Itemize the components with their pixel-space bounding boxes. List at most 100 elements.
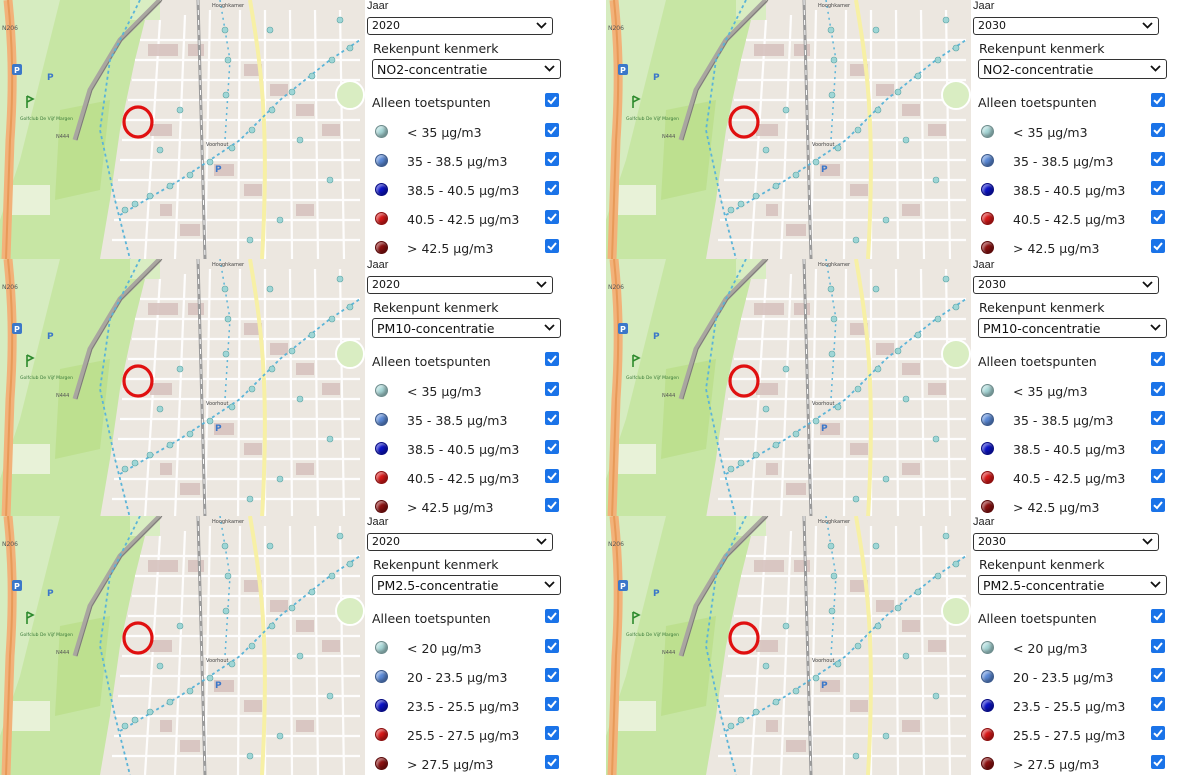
toetspunten-checkbox[interactable] — [545, 352, 559, 366]
year-select[interactable]: 2030 — [973, 276, 1159, 294]
legend-item-checkbox[interactable] — [1151, 123, 1165, 137]
year-select[interactable]: 2020 — [367, 17, 553, 35]
legend-swatch-icon — [981, 241, 994, 254]
toetspunten-row: Alleen toetspunten — [372, 92, 562, 114]
legend-item: > 27.5 µg/m3 — [372, 754, 562, 775]
parking-icon[interactable]: P — [653, 73, 660, 83]
legend-item-label: < 35 µg/m3 — [1013, 384, 1088, 399]
legend-item-checkbox[interactable] — [1151, 668, 1165, 682]
parking-icon[interactable]: P — [653, 589, 660, 599]
legend-item: 40.5 - 42.5 µg/m3 — [372, 468, 562, 490]
kenmerk-select[interactable]: PM10-concentratie — [978, 318, 1167, 338]
parking-icon[interactable]: P — [12, 323, 22, 334]
legend-item-checkbox[interactable] — [545, 755, 559, 769]
legend-item-checkbox[interactable] — [1151, 239, 1165, 253]
parking-icon[interactable]: P — [47, 73, 54, 83]
parking-icon[interactable]: P — [215, 424, 222, 434]
legend-item-label: 23.5 - 25.5 µg/m3 — [1013, 699, 1126, 714]
road-label-n444: N444 — [662, 650, 675, 656]
kenmerk-select-value: NO2-concentratie — [377, 62, 488, 77]
legend-item: 35 - 38.5 µg/m3 — [372, 410, 562, 432]
toetspunten-row: Alleen toetspunten — [372, 351, 562, 373]
legend-item-checkbox[interactable] — [1151, 210, 1165, 224]
legend-item-checkbox[interactable] — [545, 440, 559, 454]
legend-item-checkbox[interactable] — [545, 726, 559, 740]
year-select[interactable]: 2020 — [367, 276, 553, 294]
year-select[interactable]: 2030 — [973, 17, 1159, 35]
parking-icon[interactable]: P — [47, 589, 54, 599]
svg-text:P: P — [653, 73, 660, 83]
legend-item-label: > 27.5 µg/m3 — [407, 757, 494, 772]
legend-item-checkbox[interactable] — [545, 469, 559, 483]
kenmerk-select[interactable]: PM10-concentratie — [372, 318, 561, 338]
map-view[interactable]: N206 N444 Voorhout Hooghkamer P P P Golf… — [0, 259, 365, 518]
parking-icon[interactable]: P — [618, 323, 628, 334]
toetspunten-checkbox[interactable] — [1151, 352, 1165, 366]
parking-icon[interactable]: P — [821, 424, 828, 434]
legend-item-checkbox[interactable] — [1151, 639, 1165, 653]
kenmerk-select[interactable]: NO2-concentratie — [978, 59, 1167, 79]
legend-item-checkbox[interactable] — [545, 239, 559, 253]
parking-icon[interactable]: P — [653, 332, 660, 342]
year-select[interactable]: 2020 — [367, 533, 553, 551]
map-view[interactable]: N206 N444 Voorhout Hooghkamer P P P Golf… — [0, 516, 365, 775]
map-canvas[interactable]: N206 N444 Voorhout Hooghkamer P P P Golf… — [606, 0, 971, 259]
kenmerk-select[interactable]: PM2.5-concentratie — [372, 575, 561, 595]
legend-item-checkbox[interactable] — [545, 181, 559, 195]
legend-item-label: 38.5 - 40.5 µg/m3 — [1013, 183, 1126, 198]
map-view[interactable]: N206 N444 Voorhout Hooghkamer P P P Golf… — [0, 0, 365, 259]
kenmerk-select[interactable]: PM2.5-concentratie — [978, 575, 1167, 595]
year-select-value: 2020 — [372, 19, 400, 32]
legend-item-checkbox[interactable] — [545, 411, 559, 425]
toetspunten-checkbox[interactable] — [545, 93, 559, 107]
legend-item-checkbox[interactable] — [1151, 382, 1165, 396]
legend-item-checkbox[interactable] — [1151, 152, 1165, 166]
legend-item-checkbox[interactable] — [545, 210, 559, 224]
legend-item-checkbox[interactable] — [1151, 755, 1165, 769]
legend-item-checkbox[interactable] — [1151, 411, 1165, 425]
parking-icon[interactable]: P — [821, 165, 828, 175]
legend-item-checkbox[interactable] — [1151, 498, 1165, 512]
legend-item-checkbox[interactable] — [1151, 181, 1165, 195]
year-select-value: 2020 — [372, 535, 400, 548]
parking-icon[interactable]: P — [821, 681, 828, 691]
map-canvas[interactable]: N206 N444 Voorhout Hooghkamer P P P Golf… — [606, 516, 971, 775]
parking-icon[interactable]: P — [215, 165, 222, 175]
legend-swatch-icon — [981, 442, 994, 455]
legend-item-checkbox[interactable] — [1151, 726, 1165, 740]
parking-icon[interactable]: P — [215, 681, 222, 691]
legend-item: < 20 µg/m3 — [372, 638, 562, 660]
map-canvas[interactable]: N206 N444 Voorhout Hooghkamer P P P Golf… — [606, 259, 971, 518]
year-label: Jaar — [973, 259, 995, 271]
map-canvas[interactable]: N206 N444 Voorhout Hooghkamer P P P Golf… — [0, 259, 365, 518]
legend-item-checkbox[interactable] — [545, 498, 559, 512]
legend-item-checkbox[interactable] — [1151, 440, 1165, 454]
map-canvas[interactable]: N206 N444 Voorhout Hooghkamer P P P Golf… — [0, 516, 365, 775]
legend-item-checkbox[interactable] — [545, 697, 559, 711]
parking-icon[interactable]: P — [618, 580, 628, 591]
parking-icon[interactable]: P — [12, 64, 22, 75]
legend-item-checkbox[interactable] — [545, 382, 559, 396]
kenmerk-select[interactable]: NO2-concentratie — [372, 59, 561, 79]
legend-item-checkbox[interactable] — [545, 639, 559, 653]
toetspunten-checkbox[interactable] — [1151, 609, 1165, 623]
toetspunten-row: Alleen toetspunten — [978, 351, 1168, 373]
toetspunten-checkbox[interactable] — [1151, 93, 1165, 107]
legend-item-checkbox[interactable] — [1151, 697, 1165, 711]
svg-text:P: P — [821, 424, 828, 434]
toetspunten-checkbox[interactable] — [545, 609, 559, 623]
map-view[interactable]: N206 N444 Voorhout Hooghkamer P P P Golf… — [606, 259, 971, 518]
kenmerk-select-value: PM2.5-concentratie — [377, 578, 499, 593]
map-view[interactable]: N206 N444 Voorhout Hooghkamer P P P Golf… — [606, 0, 971, 259]
year-select[interactable]: 2030 — [973, 533, 1159, 551]
parking-icon[interactable]: P — [12, 580, 22, 591]
parking-icon[interactable]: P — [47, 332, 54, 342]
map-view[interactable]: N206 N444 Voorhout Hooghkamer P P P Golf… — [606, 516, 971, 775]
parking-icon[interactable]: P — [618, 64, 628, 75]
legend-item-checkbox[interactable] — [545, 152, 559, 166]
map-canvas[interactable]: N206 N444 Voorhout Hooghkamer P P P Golf… — [0, 0, 365, 259]
legend-item-label: 38.5 - 40.5 µg/m3 — [407, 183, 520, 198]
legend-item-checkbox[interactable] — [545, 668, 559, 682]
legend-item-checkbox[interactable] — [545, 123, 559, 137]
legend-item-checkbox[interactable] — [1151, 469, 1165, 483]
